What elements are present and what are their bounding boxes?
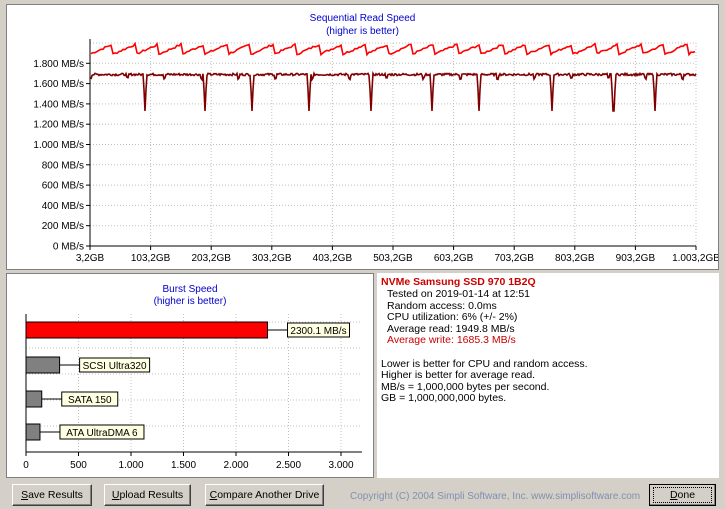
burst-plot-area: 0 500 1.000 1.500 2.000 2.500 3.000 2300.1 MB/s… xyxy=(23,314,362,471)
y-tick-label: 1.400 MB/s xyxy=(33,99,84,110)
sequential-read-chart: Sequential Read Speed (higher is better)… xyxy=(6,4,719,270)
y-tick-label: 600 MB/s xyxy=(42,181,84,192)
bar-label: ATA UltraDMA 6 xyxy=(66,428,138,439)
sequential-plot-area: 3,2GB 103,2GB 203,2GB 303,2GB 403,2GB 503,2GB… xyxy=(33,39,718,264)
bar-label: SATA 150 xyxy=(68,395,112,406)
cpu-utilization: CPU utilization: 6% (+/- 2%) xyxy=(387,311,518,323)
note-higher-better: Higher is better for average read. xyxy=(381,369,536,381)
burst-bar xyxy=(25,390,43,408)
x-tick-label: 803,2GB xyxy=(555,253,595,264)
burst-bar xyxy=(25,321,269,339)
x-tick-label: 2.000 xyxy=(223,460,248,471)
y-tick-label: 200 MB/s xyxy=(42,221,84,232)
x-tick-label: 2.500 xyxy=(276,460,301,471)
x-tick-label: 103,2GB xyxy=(131,253,171,264)
test-date: Tested on 2019-01-14 at 12:51 xyxy=(387,288,531,300)
results-info-panel: NVMe Samsung SSD 970 1B2Q Tested on 2019… xyxy=(377,273,719,478)
y-tick-label: 1.000 MB/s xyxy=(33,140,84,151)
x-tick-label: 303,2GB xyxy=(252,253,292,264)
y-tick-label: 1.800 MB/s xyxy=(33,59,84,70)
burst-bar xyxy=(25,356,61,374)
x-tick-label: 903,2GB xyxy=(616,253,656,264)
x-tick-label: 3,2GB xyxy=(76,253,105,264)
y-tick-label: 800 MB/s xyxy=(42,160,84,171)
x-tick-label: 503,2GB xyxy=(373,253,413,264)
done-button[interactable]: Done xyxy=(649,484,716,506)
x-tick-label: 403,2GB xyxy=(313,253,353,264)
note-gb-definition: GB = 1,000,000,000 bytes. xyxy=(381,392,507,404)
x-tick-label: 703,2GB xyxy=(494,253,534,264)
y-tick-label: 400 MB/s xyxy=(42,201,84,212)
burst-bar xyxy=(25,423,41,441)
x-tick-label: 3.000 xyxy=(328,460,353,471)
bar-label: SCSI Ultra320 xyxy=(83,361,147,372)
upload-results-button[interactable]: Upload Results xyxy=(104,484,191,506)
x-tick-label: 1.003,2GB xyxy=(672,253,718,264)
average-write: Average write: 1685.3 MB/s xyxy=(387,334,516,346)
x-tick-label: 0 xyxy=(23,460,29,471)
bar-label: 2300.1 MB/s xyxy=(290,326,346,337)
y-tick-label: 1.600 MB/s xyxy=(33,79,84,90)
save-results-button[interactable]: Save Results xyxy=(12,484,92,506)
x-tick-label: 1.000 xyxy=(118,460,143,471)
x-tick-label: 500 xyxy=(70,460,87,471)
compare-another-drive-button[interactable]: Compare Another Drive xyxy=(205,484,324,506)
y-tick-label: 0 MB/s xyxy=(53,242,84,253)
x-tick-label: 1.500 xyxy=(171,460,196,471)
x-tick-label: 203,2GB xyxy=(191,253,231,264)
x-tick-label: 603,2GB xyxy=(434,253,474,264)
burst-speed-chart: Burst Speed (higher is better) 0 500 1.000… xyxy=(6,273,374,478)
copyright-text: Copyright (C) 2004 Simpli Software, Inc.… xyxy=(350,491,641,502)
y-tick-label: 1.200 MB/s xyxy=(33,120,84,131)
